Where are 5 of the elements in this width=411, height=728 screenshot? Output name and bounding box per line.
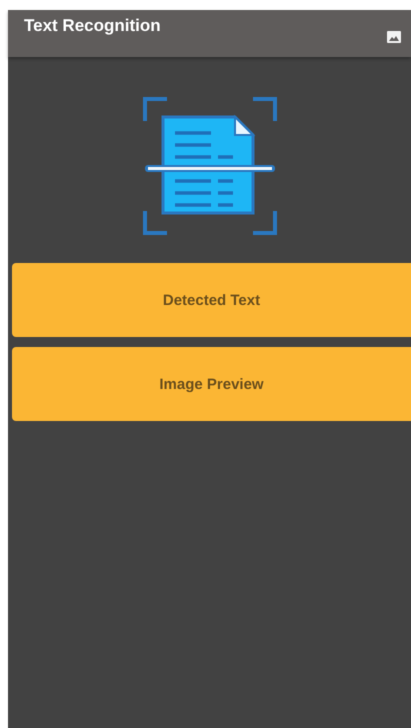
- image-icon[interactable]: [387, 31, 401, 43]
- document-scan-icon: [142, 97, 276, 235]
- app-title: Text Recognition: [24, 16, 161, 36]
- menu-button[interactable]: Detected Text: [12, 263, 411, 337]
- menu-button[interactable]: Image Preview: [12, 347, 411, 421]
